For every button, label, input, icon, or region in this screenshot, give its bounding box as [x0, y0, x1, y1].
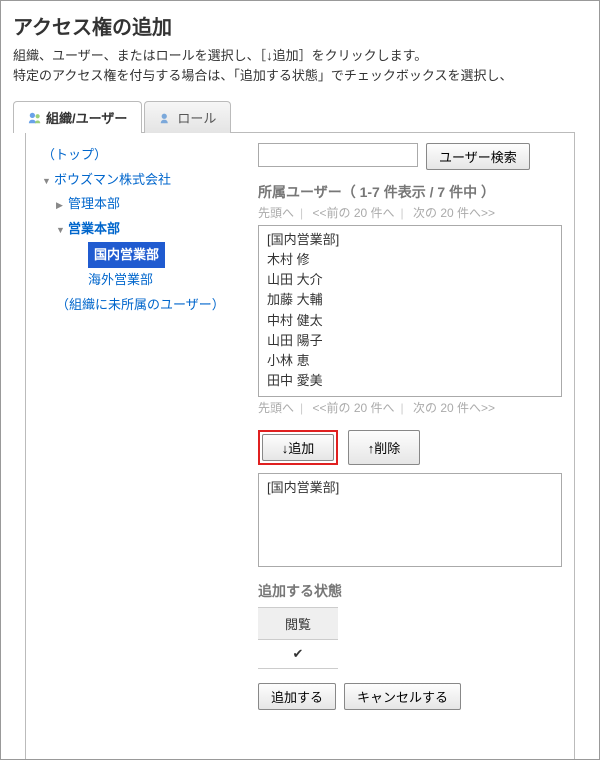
pager-bottom: 先頭へ| <<前の 20 件へ| 次の 20 件へ>> [258, 399, 562, 416]
pager-first[interactable]: 先頭へ [258, 206, 294, 220]
tree-domestic[interactable]: 国内営業部 [36, 242, 240, 269]
list-item[interactable]: 山田 大介 [267, 270, 553, 290]
status-check-view[interactable]: ✔ [258, 640, 338, 669]
footer-actions: 追加する キャンセルする [258, 683, 562, 710]
users-heading: 所属ユーザー（ 1-7 件表示 / 7 件中 ） [258, 182, 562, 202]
page-title: アクセス権の追加 [13, 11, 587, 40]
page-description: 組織、ユーザー、またはロールを選択し、［↓追加］をクリックします。 特定のアクセ… [13, 46, 587, 85]
tab-role-label: ロール [177, 108, 216, 127]
caret-down-icon [42, 168, 54, 193]
pager-prev[interactable]: <<前の 20 件へ [312, 206, 394, 220]
selected-list[interactable]: [国内営業部] [258, 473, 562, 567]
user-list[interactable]: [国内営業部] 木村 修 山田 大介 加藤 大輔 中村 健太 山田 陽子 小林 … [258, 225, 562, 397]
pager-first[interactable]: 先頭へ [258, 401, 294, 415]
search-input[interactable] [258, 143, 418, 167]
status-table: 閲覧 ✔ [258, 607, 338, 669]
tree-top[interactable]: （トップ） [36, 143, 240, 168]
tree-admin[interactable]: 管理本部 [36, 192, 240, 217]
tree-overseas[interactable]: 海外営業部 [36, 268, 240, 293]
page-root: アクセス権の追加 組織、ユーザー、またはロールを選択し、［↓追加］をクリックしま… [0, 0, 600, 760]
caret-right-icon [56, 192, 68, 217]
role-icon [159, 111, 173, 125]
check-icon: ✔ [293, 646, 304, 661]
tree-sales[interactable]: 営業本部 [36, 217, 240, 242]
pager-top: 先頭へ| <<前の 20 件へ| 次の 20 件へ>> [258, 204, 562, 221]
people-icon [28, 111, 42, 125]
list-item[interactable]: 田中 愛美 [267, 371, 553, 391]
list-item[interactable]: [国内営業部] [267, 478, 553, 498]
right-pane: ユーザー検索 所属ユーザー（ 1-7 件表示 / 7 件中 ） 先頭へ| <<前… [246, 133, 574, 760]
submit-button[interactable]: 追加する [258, 683, 336, 710]
org-tree: （トップ） ボウズマン株式会社 管理本部 営業本部 国内営業部 海外営業部 （組… [26, 133, 246, 760]
list-item[interactable]: 山田 陽子 [267, 331, 553, 351]
tree-company[interactable]: ボウズマン株式会社 [36, 168, 240, 193]
caret-down-icon [56, 217, 68, 242]
tabs: 組織/ユーザー ロール （トップ） ボウズマン株式会社 管理本部 営業本部 国内… [1, 101, 599, 760]
remove-button[interactable]: ↑削除 [348, 430, 420, 465]
status-col-view: 閲覧 [258, 608, 338, 640]
pager-next[interactable]: 次の 20 件へ>> [413, 401, 495, 415]
add-button[interactable]: ↓追加 [262, 434, 334, 461]
status-section: 追加する状態 閲覧 ✔ [258, 581, 562, 669]
list-item[interactable]: 木村 修 [267, 250, 553, 270]
content: （トップ） ボウズマン株式会社 管理本部 営業本部 国内営業部 海外営業部 （組… [25, 132, 575, 760]
list-item[interactable]: 中村 健太 [267, 311, 553, 331]
list-item[interactable]: [国内営業部] [267, 230, 553, 250]
tab-org-user[interactable]: 組織/ユーザー [13, 101, 142, 133]
pager-next[interactable]: 次の 20 件へ>> [413, 206, 495, 220]
user-search-button[interactable]: ユーザー検索 [426, 143, 530, 170]
list-item[interactable]: 小林 恵 [267, 351, 553, 371]
status-heading: 追加する状態 [258, 581, 562, 601]
tab-role[interactable]: ロール [144, 101, 231, 133]
cancel-button[interactable]: キャンセルする [344, 683, 461, 710]
add-highlight: ↓追加 [258, 430, 338, 465]
pager-prev[interactable]: <<前の 20 件へ [312, 401, 394, 415]
tab-org-user-label: 組織/ユーザー [46, 108, 127, 127]
action-row: ↓追加 ↑削除 [258, 430, 562, 465]
list-item[interactable]: 加藤 大輔 [267, 290, 553, 310]
header: アクセス権の追加 組織、ユーザー、またはロールを選択し、［↓追加］をクリックしま… [1, 1, 599, 93]
tree-unassigned[interactable]: （組織に未所属のユーザー） [36, 293, 240, 318]
